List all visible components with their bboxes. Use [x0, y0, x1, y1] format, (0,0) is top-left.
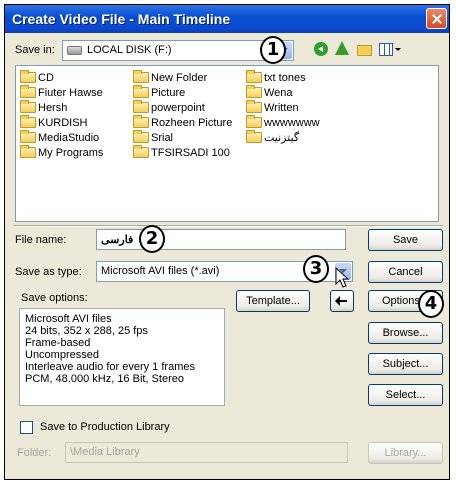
title-bar: Create Video File - Main Timeline: [5, 5, 449, 33]
file-name-value: فارسی: [101, 234, 134, 246]
folder-icon: [133, 130, 149, 143]
folder-item[interactable]: My Programs: [20, 145, 103, 160]
folder-icon: [20, 85, 36, 98]
folder-item[interactable]: Picture: [133, 85, 185, 100]
file-name-input[interactable]: فارسی: [96, 229, 346, 250]
option-line: Microsoft AVI files: [25, 313, 112, 325]
folder-icon: [246, 115, 262, 128]
annotation-marker-1: 1: [260, 36, 286, 64]
separator: [13, 225, 443, 227]
dialog-window: Create Video File - Main Timeline Save i…: [4, 4, 450, 480]
file-list[interactable]: CD Fiuter Hawse Hersh KURDISH MediaStudi…: [15, 65, 439, 222]
folder-item[interactable]: Wena: [246, 85, 293, 100]
option-line: PCM, 48.000 kHz, 16 Bit, Stereo: [25, 373, 184, 385]
folder-item[interactable]: MediaStudio: [20, 130, 99, 145]
new-folder-icon[interactable]: [357, 45, 372, 56]
production-library-label: Save to Production Library: [40, 421, 170, 433]
folder-value: \Media Library: [70, 446, 140, 458]
file-name-label: File name:: [15, 234, 67, 246]
folder-label: Folder:: [17, 447, 52, 459]
view-menu-icon[interactable]: [379, 43, 393, 56]
folder-input: \Media Library: [65, 442, 348, 463]
apply-template-button[interactable]: [330, 290, 354, 312]
folder-icon: [246, 85, 262, 98]
browse-button[interactable]: Browse...: [368, 322, 443, 344]
folder-icon: [20, 70, 36, 83]
option-line: 24 bits, 352 x 288, 25 fps: [25, 325, 148, 337]
save-in-value: LOCAL DISK (F:): [87, 44, 172, 56]
annotation-marker-4: 4: [418, 290, 444, 318]
folder-item[interactable]: txt tones: [246, 70, 306, 85]
folder-item[interactable]: New Folder: [133, 70, 207, 85]
folder-item[interactable]: Srial: [133, 130, 173, 145]
folder-icon: [20, 100, 36, 113]
close-button[interactable]: [426, 8, 447, 29]
arrow-left-head: [335, 296, 340, 306]
folder-icon: [133, 100, 149, 113]
subject-button[interactable]: Subject...: [368, 353, 443, 375]
folder-item[interactable]: powerpoint: [133, 100, 205, 115]
mouse-cursor-icon: [335, 267, 350, 288]
annotation-marker-3: 3: [303, 255, 329, 283]
folder-icon: [20, 130, 36, 143]
save-as-type-value: Microsoft AVI files (*.avi): [101, 265, 220, 277]
library-button: Library...: [368, 442, 443, 464]
option-line: Interleave audio for every 1 frames: [25, 361, 195, 373]
folder-item[interactable]: Fiuter Hawse: [20, 85, 103, 100]
folder-item[interactable]: TFSIRSADI 100: [133, 145, 230, 160]
folder-item[interactable]: Hersh: [20, 100, 67, 115]
folder-icon: [246, 70, 262, 83]
folder-icon: [133, 85, 149, 98]
save-button[interactable]: Save: [368, 229, 443, 251]
cancel-button[interactable]: Cancel: [368, 261, 443, 283]
drive-icon: [67, 46, 82, 55]
save-as-type-label: Save as type:: [15, 266, 82, 278]
window-title: Create Video File - Main Timeline: [12, 11, 231, 27]
save-options-label: Save options:: [21, 292, 88, 304]
folder-icon: [133, 115, 149, 128]
option-line: Frame-based: [25, 337, 91, 349]
view-menu-chevron-icon: [395, 48, 401, 51]
back-arrow-glyph: [318, 46, 323, 52]
annotation-marker-2: 2: [139, 225, 165, 253]
template-button[interactable]: Template...: [236, 290, 310, 312]
folder-icon: [20, 115, 36, 128]
folder-icon: [133, 70, 149, 83]
folder-icon: [246, 100, 262, 113]
production-library-checkbox[interactable]: [20, 421, 33, 434]
folder-icon: [133, 145, 149, 158]
folder-item[interactable]: Written: [246, 100, 299, 115]
save-in-label: Save in:: [15, 44, 55, 56]
folder-item[interactable]: wwwwwww: [246, 115, 320, 130]
folder-icon: [20, 145, 36, 158]
option-line: Uncompressed: [25, 349, 99, 361]
folder-icon: [246, 130, 262, 143]
up-folder-icon[interactable]: [335, 41, 349, 55]
save-options-summary: Microsoft AVI files 24 bits, 352 x 288, …: [19, 308, 225, 406]
folder-item[interactable]: گیتزنیت: [246, 130, 299, 145]
select-button[interactable]: Select...: [368, 384, 443, 406]
folder-item[interactable]: CD: [20, 70, 54, 85]
folder-item[interactable]: Rozheen Picture: [133, 115, 232, 130]
folder-item[interactable]: KURDISH: [20, 115, 88, 130]
